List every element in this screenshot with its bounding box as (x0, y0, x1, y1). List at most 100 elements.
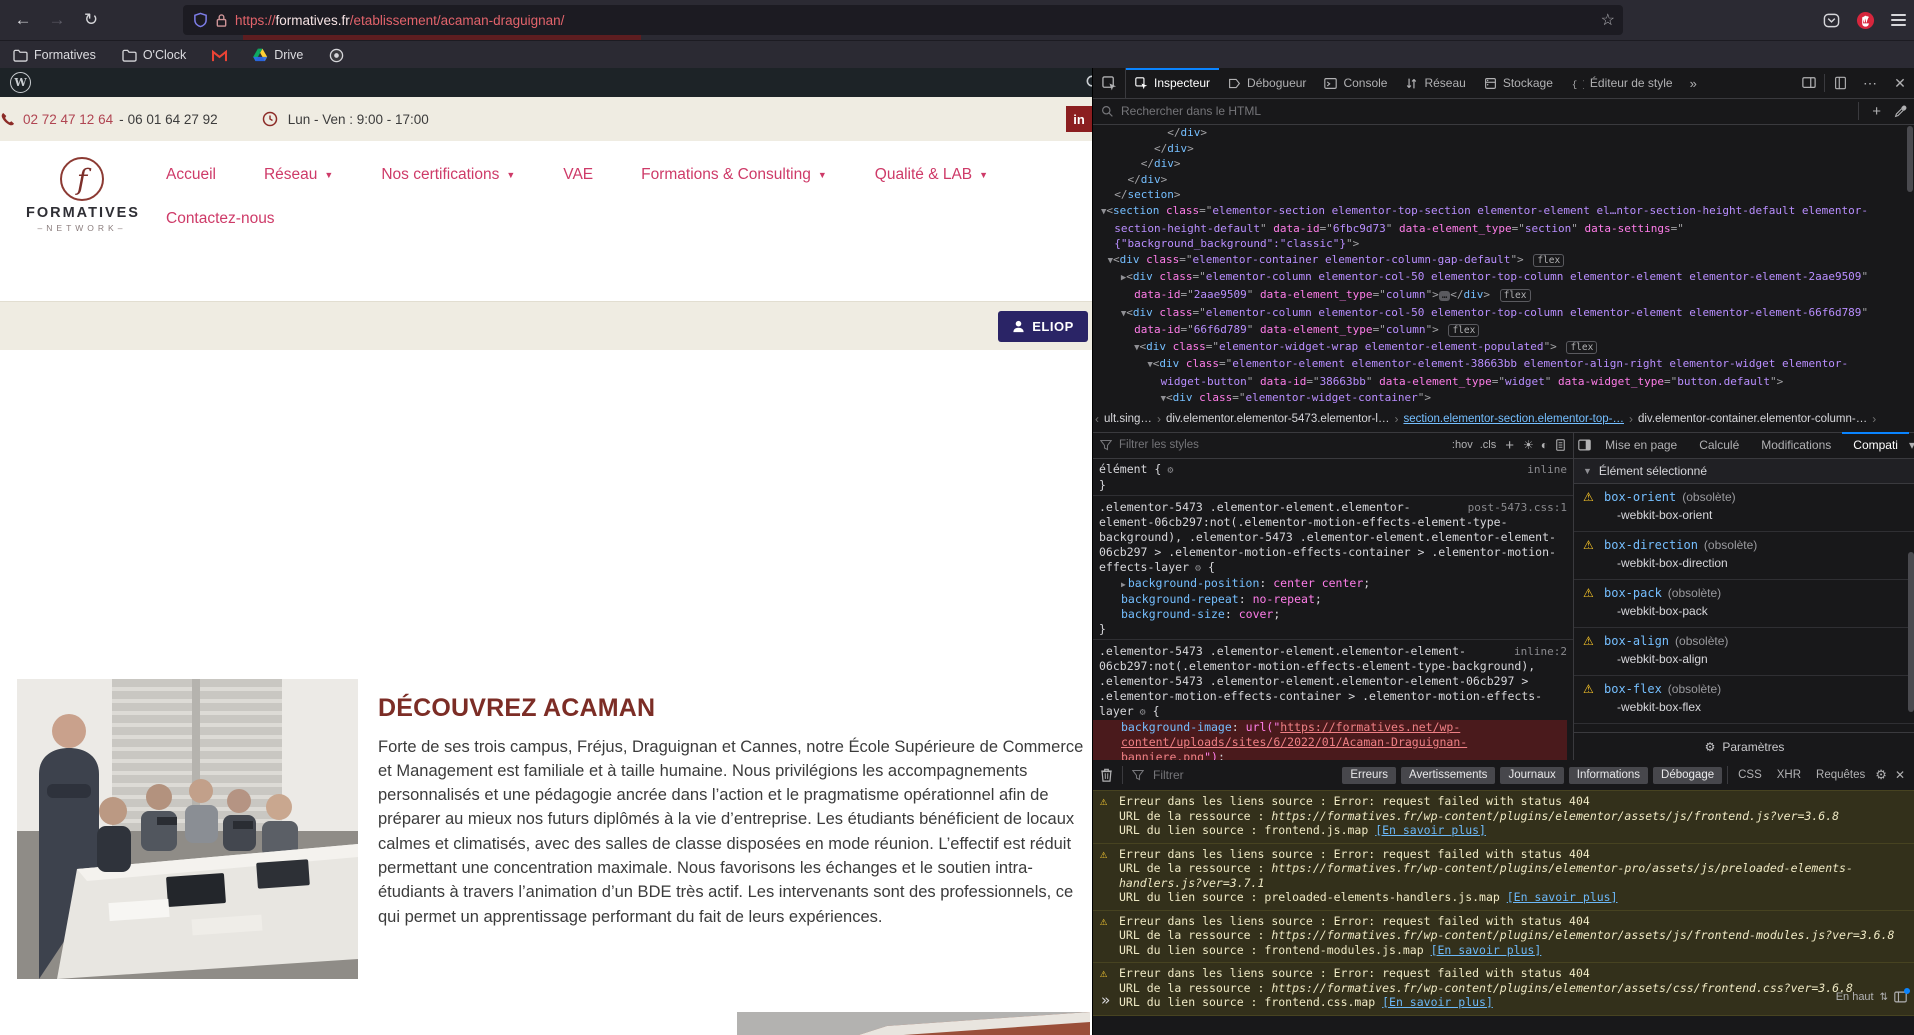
linkedin-icon[interactable]: in (1066, 106, 1092, 132)
nav-item-r-seau[interactable]: Réseau ▼ (264, 166, 333, 184)
bookmark-item[interactable]: Drive (250, 44, 306, 66)
devtools-close-icon[interactable]: ✕ (1885, 68, 1914, 98)
sidebar-tabs-dropdown-icon[interactable]: ▾ (1909, 438, 1914, 452)
rule-selector[interactable]: .elementor-5473 .elementor-element.eleme… (1099, 644, 1542, 718)
site-logo[interactable]: f FORMATIVES –NETWORK– (26, 157, 138, 233)
tab-stockage[interactable]: Stockage (1475, 68, 1562, 98)
flex-badge[interactable]: flex (1499, 288, 1531, 302)
console-input-row[interactable]: » En haut ⇅ (1093, 986, 1914, 1035)
learn-more-link[interactable]: [En savoir plus] (1431, 943, 1542, 957)
breadcrumb-item[interactable]: div.elementor-container.elementor-column… (1638, 413, 1867, 425)
breadcrumb-scroll-left-icon[interactable]: ‹ (1095, 412, 1099, 426)
wordpress-logo-icon[interactable]: W (10, 72, 31, 93)
tab-inspecteur[interactable]: Inspecteur (1126, 68, 1220, 98)
console-filter-xhr[interactable]: XHR (1772, 767, 1806, 784)
devtools-meatball-menu-icon[interactable]: ⋯ (1855, 68, 1885, 98)
selected-element-header[interactable]: ▼ Élément sélectionné (1574, 459, 1914, 484)
styles-filter-bar[interactable]: Filtrer les styles :hov .cls + ☀ ◐ (1093, 432, 1573, 459)
back-icon[interactable]: ← (6, 6, 40, 34)
markup-line[interactable]: {"background_background":"classic"}"> (1101, 236, 1914, 252)
console-filter-journaux[interactable]: Journaux (1500, 766, 1564, 784)
bookmark-item[interactable] (209, 44, 230, 66)
learn-more-link[interactable]: [En savoir plus] (1375, 823, 1486, 837)
url-text[interactable]: https://formatives.fr/etablissement/acam… (235, 13, 564, 28)
sidebar-tab-mise-en-page[interactable]: Mise en page (1594, 432, 1688, 458)
console-warning-message[interactable]: ⚠ Erreur dans les liens source : Error: r… (1093, 843, 1914, 911)
split-console-icon[interactable] (1825, 68, 1855, 98)
markup-line[interactable]: </div> (1101, 141, 1914, 157)
compat-warning-item[interactable]: ⚠ box-orient (obsolète) -webkit-box-orient (1574, 484, 1914, 532)
markup-line[interactable]: ▼<div class="elementor-widget-container"… (1101, 390, 1914, 408)
tab-console[interactable]: Console (1315, 68, 1396, 98)
declaration-expander-icon[interactable]: ▶ (1121, 580, 1126, 589)
markup-line[interactable]: </section> (1101, 187, 1914, 203)
tracking-protection-shield-icon[interactable] (193, 12, 208, 28)
pseudo-class-toggle[interactable]: :hov (1452, 439, 1473, 451)
console-settings-gear-icon[interactable]: ⚙ (1875, 767, 1887, 783)
print-simulation-icon[interactable] (1555, 439, 1566, 451)
extension-hand-icon[interactable] (1856, 11, 1875, 30)
nav-item-qualit-lab[interactable]: Qualité & LAB ▼ (875, 166, 988, 184)
markup-line[interactable]: </div> (1101, 172, 1914, 188)
light-theme-icon[interactable]: ☀ (1523, 438, 1534, 452)
sidebar-tab-compati[interactable]: Compati (1842, 432, 1909, 458)
settings-button[interactable]: ⚙ Paramètres (1574, 732, 1914, 760)
sidebar-pane-toggle-icon[interactable] (1574, 439, 1594, 451)
class-toggle[interactable]: .cls (1480, 439, 1497, 451)
console-filter-requêtes[interactable]: Requêtes (1811, 767, 1870, 784)
bookmark-item[interactable]: Formatives (10, 44, 99, 66)
markup-line[interactable]: ▼<div class="elementor-container element… (1101, 252, 1914, 270)
compat-warning-item[interactable]: ⚠ box-align (obsolète) -webkit-box-align (1574, 628, 1914, 676)
compat-warning-item[interactable]: ⚠ box-pack (obsolète) -webkit-box-pack (1574, 580, 1914, 628)
css-declaration[interactable]: ▶ background-position: center center; (1099, 576, 1567, 592)
responsive-design-icon[interactable] (1794, 68, 1824, 98)
console-filter-erreurs[interactable]: Erreurs (1342, 766, 1397, 784)
bookmark-item[interactable]: O'Clock (119, 44, 189, 66)
flex-badge[interactable]: flex (1566, 340, 1598, 354)
nav-item-vae[interactable]: VAE (563, 166, 593, 184)
site-search-icon[interactable] (1085, 74, 1092, 91)
rule-source-link[interactable]: post-5473.css:1 (1468, 500, 1567, 515)
console-warning-message[interactable]: ⚠ Erreur dans les liens source : Error: r… (1093, 910, 1914, 963)
html-search-bar[interactable]: Rechercher dans le HTML + (1093, 98, 1914, 125)
bookmark-star-icon[interactable]: ☆ (1601, 10, 1615, 30)
console-close-icon[interactable]: ✕ (1892, 768, 1908, 782)
url-bar[interactable]: https://formatives.fr/etablissement/acam… (183, 5, 1623, 35)
markup-line[interactable]: </div> (1101, 156, 1914, 172)
tab--diteur-de-style[interactable]: { } Éditeur de style (1562, 68, 1682, 98)
rule-source-link[interactable]: inline (1527, 462, 1567, 477)
add-rule-icon[interactable]: + (1503, 437, 1516, 454)
console-position-label[interactable]: En haut (1836, 991, 1874, 1003)
dark-theme-icon[interactable]: ◐ (1541, 438, 1548, 452)
nav-item-formations-consulting[interactable]: Formations & Consulting ▼ (641, 166, 827, 184)
markup-line[interactable]: data-id="66f6d789" data-element_type="co… (1101, 322, 1914, 339)
nav-item-accueil[interactable]: Accueil (166, 166, 216, 184)
rule-source-link[interactable]: inline:2 (1514, 644, 1567, 659)
eliop-login-button[interactable]: ELIOP (998, 311, 1088, 342)
console-filter-css[interactable]: CSS (1733, 767, 1767, 784)
nav-item-nos-certifications[interactable]: Nos certifications ▼ (381, 166, 515, 184)
css-declaration[interactable]: background-repeat: no-repeat; (1099, 592, 1567, 607)
pick-element-icon[interactable] (1093, 68, 1126, 98)
sidebar-tab-modifications[interactable]: Modifications (1750, 432, 1842, 458)
markup-line[interactable]: ▼<div class="elementor-column elementor-… (1101, 305, 1914, 323)
more-tabs-chevron[interactable]: » (1682, 68, 1705, 98)
breadcrumb-item[interactable]: section.elementor-section.elementor-top-… (1403, 413, 1624, 425)
breadcrumb-item[interactable]: ult.sing… (1104, 413, 1152, 425)
editor-mode-icon[interactable] (1894, 988, 1910, 1003)
flex-badge[interactable]: flex (1448, 324, 1480, 338)
markup-line[interactable]: ▼<section class="elementor-section eleme… (1101, 203, 1914, 221)
phone-number-1[interactable]: 02 72 47 12 64 (23, 112, 113, 127)
breadcrumb-item[interactable]: div.elementor.elementor-5473.elementor-l… (1166, 413, 1390, 425)
lock-icon[interactable] (215, 13, 228, 28)
console-filter-informations[interactable]: Informations (1568, 766, 1649, 784)
markup-line[interactable]: ▼<div class="elementor-widget-wrap eleme… (1101, 339, 1914, 357)
rule-selector[interactable]: élément { (1099, 462, 1161, 476)
css-declaration[interactable]: background-image: url("https://formative… (1093, 720, 1567, 760)
markup-scrollbar[interactable] (1907, 126, 1913, 192)
compat-warning-item[interactable]: ⚠ box-flex (obsolète) -webkit-box-flex (1574, 676, 1914, 724)
collapsed-content-pill[interactable]: … (1438, 290, 1451, 301)
sidebar-tab-calculé[interactable]: Calculé (1688, 432, 1750, 458)
menu-icon[interactable] (1891, 11, 1906, 29)
pocket-icon[interactable] (1823, 12, 1840, 29)
